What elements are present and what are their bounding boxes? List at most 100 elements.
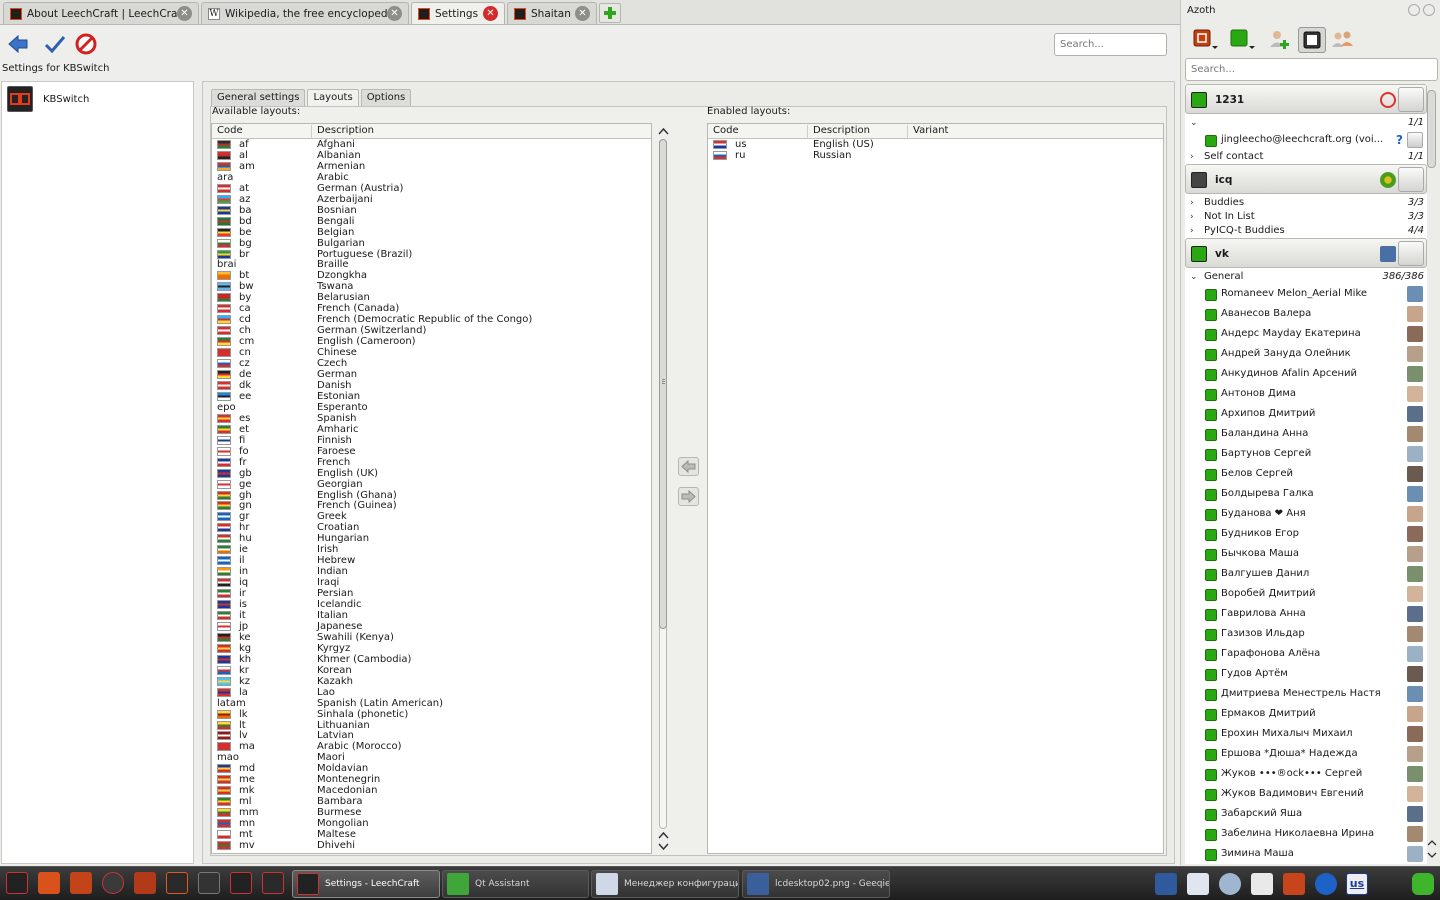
layout-row[interactable]: at German (Austria) [212,183,651,194]
close-icon[interactable]: ✕ [575,6,590,21]
layout-row[interactable]: epo Esperanto [212,402,651,413]
tab-general-settings[interactable]: General settings [211,89,306,106]
plugin-item-kbswitch[interactable]: KBSwitch [7,86,89,112]
layout-row[interactable]: fo Faroese [212,446,651,457]
conference-button[interactable] [1329,27,1357,53]
contact-item[interactable]: Бычкова Маша [1185,544,1427,564]
layout-row[interactable]: ge Georgian [212,479,651,490]
layout-row[interactable]: ir Persian [212,588,651,599]
layout-row[interactable]: et Amharic [212,424,651,435]
column-header-code[interactable]: Code [212,125,312,138]
contact-item[interactable]: Архипов Дмитрий [1185,404,1427,424]
download-icon[interactable] [38,872,60,894]
move-right-button[interactable] [678,487,699,506]
layout-row[interactable]: al Albanian [212,150,651,161]
contact-item[interactable]: Воробей Дмитрий [1185,584,1427,604]
layout-row[interactable]: jp Japanese [212,621,651,632]
layout-row[interactable]: us English (US) [708,139,1163,150]
scrollbar[interactable] [1426,84,1438,864]
contact-item[interactable]: Баландина Анна [1185,424,1427,444]
layout-row[interactable]: dk Danish [212,380,651,391]
tab-layouts[interactable]: Layouts [307,89,359,107]
record-icon[interactable] [102,872,124,894]
layout-row[interactable]: bw Tswana [212,281,651,292]
contact-item[interactable]: Ермаков Дмитрий [1185,704,1427,724]
move-left-button[interactable] [678,457,699,476]
leechcraft-icon[interactable] [230,872,252,894]
azoth-tray-icon[interactable] [1283,873,1305,895]
puzzle-icon[interactable] [1412,873,1434,895]
layout-row[interactable]: in Indian [212,566,651,577]
contact-item[interactable]: jingleecho@leechcraft.org (voi...? [1185,130,1427,150]
close-icon[interactable]: ✕ [387,6,402,21]
layout-row[interactable]: is Icelandic [212,599,651,610]
tab-wikipedia[interactable]: W Wikipedia, the free encyclopedia ✕ [201,2,409,24]
layout-row[interactable]: ke Swahili (Kenya) [212,632,651,643]
layout-row[interactable]: cn Chinese [212,347,651,358]
contact-item[interactable]: Болдырева Галка [1185,484,1427,504]
show-offline-button[interactable] [1298,27,1326,53]
tab-about-leechcraft[interactable]: About LeechCraft | LeechCraft ✕ [3,2,199,24]
layout-row[interactable]: lv Latvian [212,730,651,741]
cancel-button[interactable] [75,33,99,55]
contact-item[interactable]: Забелина Николаевна Ирина [1185,824,1427,844]
media-forward-icon[interactable] [70,872,92,894]
layout-row[interactable]: ee Estonian [212,391,651,402]
layout-row[interactable]: cm English (Cameroon) [212,336,651,347]
task-settings-leechcraft[interactable]: Settings - LeechCraft [292,870,440,898]
layout-row[interactable]: gr Greek [212,511,651,522]
contact-group[interactable]: › Self contact 1/1 [1185,150,1427,164]
chat-icon[interactable] [134,872,156,894]
layout-row[interactable]: be Belgian [212,227,651,238]
tab-settings[interactable]: Settings ✕ [411,2,505,24]
contact-item[interactable]: Дмитриева Менестрель Настя [1185,684,1427,704]
layout-row[interactable]: mt Maltese [212,829,651,840]
layout-row[interactable]: mm Burmese [212,807,651,818]
layout-row[interactable]: es Spanish [212,413,651,424]
list-icon[interactable] [198,872,220,894]
layout-row[interactable]: bd Bengali [212,216,651,227]
contact-item[interactable]: Буданова ❤ Аня [1185,504,1427,524]
layout-row[interactable]: it Italian [212,610,651,621]
layout-row[interactable]: bt Dzongkha [212,270,651,281]
layout-row[interactable]: lk Sinhala (phonetic) [212,709,651,720]
column-header-description[interactable]: Description [312,125,651,138]
available-layouts-list[interactable]: Code Description af Afghani al Albanian am Ar… [211,123,652,854]
close-icon[interactable] [1423,4,1435,16]
contact-item[interactable]: Андерс Mayday Екатерина [1185,324,1427,344]
layout-row[interactable]: af Afghani [212,139,651,150]
layout-row[interactable]: kz Kazakh [212,676,651,687]
contact-item[interactable]: Ерохин Михалыч Михаил [1185,724,1427,744]
contact-item[interactable]: Жуков •••®ock••• Сергей [1185,764,1427,784]
layout-row[interactable]: az Azerbaijani [212,194,651,205]
status-button[interactable] [1228,27,1256,53]
layout-row[interactable]: ie Irish [212,544,651,555]
contact-group[interactable]: ⌄ General 386/386 [1185,270,1427,284]
account-header[interactable]: vk [1185,238,1427,268]
gear-icon[interactable] [1219,873,1241,895]
layout-row[interactable]: bg Bulgarian [212,238,651,249]
layout-row[interactable]: fi Finnish [212,435,651,446]
scrollbar-thumb[interactable] [659,139,667,629]
layout-row[interactable]: mao Maori [212,752,651,763]
contact-item[interactable]: Аванесов Валера [1185,304,1427,324]
layout-row[interactable]: me Montenegrin [212,774,651,785]
layout-row[interactable]: kg Kyrgyz [212,643,651,654]
info-icon[interactable] [1315,873,1337,895]
column-header-code[interactable]: Code [708,125,808,138]
float-icon[interactable] [1408,4,1420,16]
contact-item[interactable]: Жуков Вадимович Евгений [1185,784,1427,804]
column-header-description[interactable]: Description [808,125,908,138]
layout-row[interactable]: gn French (Guinea) [212,500,651,511]
layout-row[interactable]: ru Russian [708,150,1163,161]
layout-row[interactable]: de German [212,369,651,380]
layout-row[interactable]: mn Mongolian [212,818,651,829]
layout-row[interactable]: ma Arabic (Morocco) [212,741,651,752]
layout-row[interactable]: ca French (Canada) [212,303,651,314]
contact-group[interactable]: › Not In List 3/3 [1185,210,1427,224]
usb-icon[interactable] [1251,873,1273,895]
keyboard-layout-indicator[interactable]: us [1346,873,1368,895]
network-icon[interactable] [166,872,188,894]
contact-item[interactable]: Анкудинов Afalin Арсений [1185,364,1427,384]
menu-button[interactable] [1191,27,1219,53]
